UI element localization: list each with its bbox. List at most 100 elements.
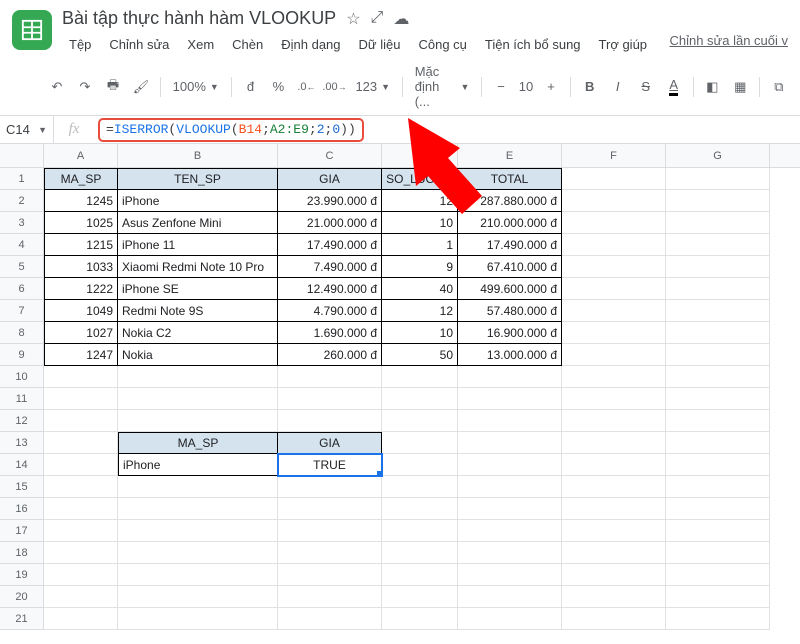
col-header[interactable]: F bbox=[562, 144, 666, 167]
cell[interactable]: Xiaomi Redmi Note 10 Pro bbox=[118, 256, 278, 278]
cell[interactable] bbox=[278, 366, 382, 388]
cell[interactable]: 16.900.000 đ bbox=[458, 322, 562, 344]
row-header[interactable]: 7 bbox=[0, 300, 43, 322]
cell[interactable] bbox=[382, 564, 458, 586]
cloud-icon[interactable]: ☁ bbox=[393, 9, 409, 29]
cell[interactable] bbox=[562, 366, 666, 388]
cell[interactable] bbox=[562, 168, 666, 190]
row-header[interactable]: 4 bbox=[0, 234, 43, 256]
cell[interactable]: 260.000 đ bbox=[278, 344, 382, 366]
cell[interactable]: 17.490.000 đ bbox=[278, 234, 382, 256]
row-header[interactable]: 17 bbox=[0, 520, 43, 542]
cell[interactable] bbox=[44, 608, 118, 630]
cell[interactable] bbox=[666, 212, 770, 234]
cell[interactable] bbox=[666, 498, 770, 520]
font-select[interactable]: Mặc định (...▼ bbox=[409, 64, 476, 109]
cell[interactable] bbox=[562, 542, 666, 564]
cell[interactable] bbox=[562, 300, 666, 322]
row-headers[interactable]: 123456789101112131415161718192021 bbox=[0, 168, 44, 630]
cell[interactable] bbox=[44, 410, 118, 432]
cell[interactable] bbox=[278, 586, 382, 608]
cell[interactable] bbox=[562, 586, 666, 608]
row-header[interactable]: 8 bbox=[0, 322, 43, 344]
col-header[interactable]: C bbox=[278, 144, 382, 167]
cell[interactable]: 13.000.000 đ bbox=[458, 344, 562, 366]
cell[interactable]: GIA bbox=[278, 432, 382, 454]
cell[interactable] bbox=[278, 564, 382, 586]
cell[interactable]: TEN_SP bbox=[118, 168, 278, 190]
cell[interactable] bbox=[382, 608, 458, 630]
cell[interactable]: 7.490.000 đ bbox=[278, 256, 382, 278]
menu-data[interactable]: Dữ liệu bbox=[352, 33, 408, 56]
menu-tools[interactable]: Công cụ bbox=[411, 33, 473, 56]
menu-format[interactable]: Định dạng bbox=[274, 33, 347, 56]
cell[interactable] bbox=[118, 564, 278, 586]
italic-button[interactable]: I bbox=[605, 74, 631, 100]
cell[interactable] bbox=[562, 432, 666, 454]
bold-button[interactable]: B bbox=[577, 74, 603, 100]
cell[interactable] bbox=[458, 476, 562, 498]
cell[interactable] bbox=[382, 498, 458, 520]
cell[interactable] bbox=[562, 520, 666, 542]
row-header[interactable]: 5 bbox=[0, 256, 43, 278]
cell[interactable] bbox=[562, 234, 666, 256]
font-size-value[interactable]: 10 bbox=[516, 74, 536, 100]
cell[interactable] bbox=[666, 322, 770, 344]
cell[interactable] bbox=[458, 432, 562, 454]
row-header[interactable]: 13 bbox=[0, 432, 43, 454]
cell[interactable]: 1 bbox=[382, 234, 458, 256]
row-header[interactable]: 20 bbox=[0, 586, 43, 608]
paint-format-button[interactable]: 🖌 bbox=[128, 74, 154, 100]
currency-button[interactable]: đ bbox=[237, 74, 263, 100]
cell[interactable] bbox=[278, 498, 382, 520]
cell[interactable] bbox=[382, 432, 458, 454]
cell[interactable] bbox=[278, 388, 382, 410]
cell[interactable]: 1247 bbox=[44, 344, 118, 366]
cell[interactable] bbox=[562, 212, 666, 234]
cell[interactable]: 12 bbox=[382, 300, 458, 322]
cell[interactable]: 210.000.000 đ bbox=[458, 212, 562, 234]
cell[interactable] bbox=[458, 388, 562, 410]
number-format-select[interactable]: 123▼ bbox=[349, 79, 396, 94]
cell[interactable] bbox=[458, 608, 562, 630]
cell[interactable] bbox=[44, 564, 118, 586]
menu-insert[interactable]: Chèn bbox=[225, 33, 270, 56]
cell[interactable] bbox=[562, 476, 666, 498]
cell[interactable] bbox=[278, 608, 382, 630]
cell[interactable]: 17.490.000 đ bbox=[458, 234, 562, 256]
cell[interactable] bbox=[382, 454, 458, 476]
cell[interactable] bbox=[562, 344, 666, 366]
cell[interactable] bbox=[666, 190, 770, 212]
cell[interactable] bbox=[562, 410, 666, 432]
cell[interactable] bbox=[44, 432, 118, 454]
cell[interactable] bbox=[382, 410, 458, 432]
cell[interactable] bbox=[666, 476, 770, 498]
cell[interactable] bbox=[666, 256, 770, 278]
row-header[interactable]: 19 bbox=[0, 564, 43, 586]
row-header[interactable]: 3 bbox=[0, 212, 43, 234]
formula-input[interactable]: =ISERROR(VLOOKUP(B14;A2:E9;2;0)) bbox=[98, 118, 364, 142]
menu-edit[interactable]: Chỉnh sửa bbox=[102, 33, 176, 56]
col-header[interactable]: A bbox=[44, 144, 118, 167]
cell[interactable] bbox=[458, 366, 562, 388]
cell[interactable] bbox=[278, 542, 382, 564]
zoom-select[interactable]: 100%▼ bbox=[167, 79, 225, 94]
cell[interactable] bbox=[44, 542, 118, 564]
cell[interactable]: 10 bbox=[382, 212, 458, 234]
row-header[interactable]: 1 bbox=[0, 168, 43, 190]
col-header[interactable]: E bbox=[458, 144, 562, 167]
row-header[interactable]: 15 bbox=[0, 476, 43, 498]
text-color-button[interactable]: A bbox=[661, 74, 687, 100]
borders-button[interactable]: ▦ bbox=[727, 74, 753, 100]
cell[interactable] bbox=[666, 586, 770, 608]
cell[interactable] bbox=[562, 278, 666, 300]
row-header[interactable]: 2 bbox=[0, 190, 43, 212]
spreadsheet-grid[interactable]: A B C D E F G 12345678910111213141516171… bbox=[0, 144, 800, 644]
cell[interactable]: 1.690.000 đ bbox=[278, 322, 382, 344]
decrease-decimal-button[interactable]: .0← bbox=[293, 74, 319, 100]
cell[interactable] bbox=[278, 476, 382, 498]
last-edit-link[interactable]: Chỉnh sửa lần cuối v bbox=[669, 29, 788, 52]
percent-button[interactable]: % bbox=[265, 74, 291, 100]
cell[interactable]: 1215 bbox=[44, 234, 118, 256]
cell[interactable] bbox=[666, 520, 770, 542]
